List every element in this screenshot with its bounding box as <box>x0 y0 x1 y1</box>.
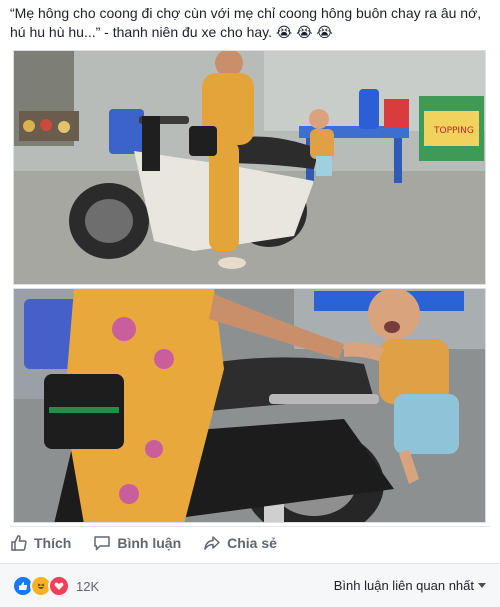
post-caption: “Mẹ hông cho coong đi chợ cùn với mẹ chỉ… <box>10 5 482 40</box>
comment-sort-label: Bình luận liên quan nhất <box>333 578 474 593</box>
thumbs-up-icon <box>11 535 27 551</box>
svg-text:TOPPING: TOPPING <box>433 126 474 136</box>
post-photo-top[interactable]: TOPPING <box>13 50 486 285</box>
chevron-down-icon <box>478 583 486 588</box>
love-reaction-icon <box>48 575 70 597</box>
like-label: Thích <box>34 535 72 551</box>
speech-bubble-icon <box>94 536 111 551</box>
share-label: Chia sẻ <box>227 535 277 551</box>
divider-top <box>10 526 490 527</box>
comment-button[interactable]: Bình luận <box>93 534 181 552</box>
facebook-post: “Mẹ hông cho coong đi chợ cùn với mẹ chỉ… <box>0 0 500 607</box>
share-button[interactable]: Chia sẻ <box>203 534 277 552</box>
post-action-bar: Thích Bình luận Chia sẻ <box>10 528 490 558</box>
reactions-summary[interactable]: 12K <box>12 575 99 597</box>
comment-sort-dropdown[interactable]: Bình luận liên quan nhất <box>334 578 486 593</box>
post-footer: 12K Bình luận liên quan nhất <box>0 563 500 607</box>
like-button[interactable]: Thích <box>10 534 71 552</box>
share-arrow-icon <box>204 536 220 550</box>
reaction-count[interactable]: 12K <box>76 579 99 594</box>
comment-label: Bình luận <box>117 535 182 551</box>
post-photo-bottom[interactable]: HONDA <box>13 288 486 523</box>
